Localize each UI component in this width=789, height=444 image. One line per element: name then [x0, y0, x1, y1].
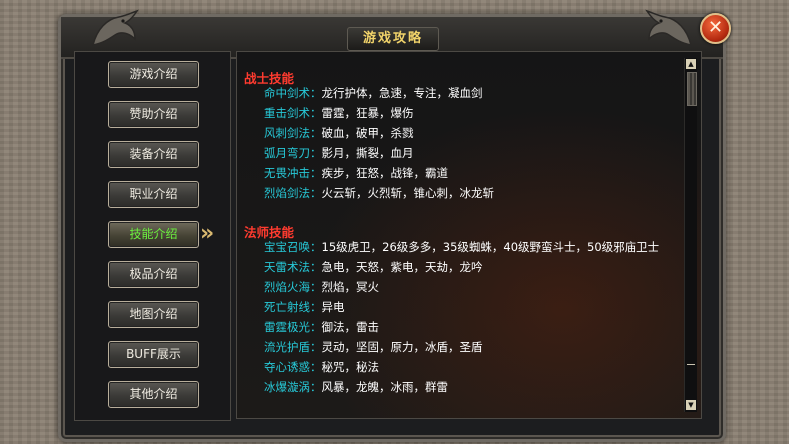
skill-row: 命中剑术：龙行护体，急速，专注，凝血剑 — [264, 85, 483, 101]
dragon-ornament-left-icon — [91, 9, 139, 46]
skill-key: 雷霆极光： — [264, 320, 322, 334]
skill-row: 流光护盾：灵动，坚固，原力，冰盾，圣盾 — [264, 339, 483, 355]
skill-row: 冰爆漩涡：风暴，龙魄，冰雨，群雷 — [264, 379, 448, 395]
skill-value: 风暴，龙魄，冰雨，群雷 — [321, 380, 449, 394]
skill-value: 急电，天怒，紫电，天劫，龙吟 — [321, 260, 483, 274]
skill-value: 雷霆，狂暴，爆伤 — [321, 106, 414, 120]
skill-value: 烈焰，冥火 — [321, 280, 380, 294]
window-title: 游戏攻略 — [347, 27, 439, 51]
skill-row: 无畏冲击：疾步，狂怒，战锋，霸道 — [264, 165, 448, 181]
skill-row: 重击剑术：雷霆，狂暴，爆伤 — [264, 105, 414, 121]
content-scrollbar[interactable]: ▲ ▼ — [684, 58, 697, 412]
skill-value: 异电 — [321, 300, 345, 314]
skill-value: 御法，雷击 — [321, 320, 380, 334]
nav-item-skills[interactable]: 技能介绍 — [108, 221, 199, 248]
skill-key: 弧月弯刀： — [264, 146, 322, 160]
skill-value: 秘咒，秘法 — [321, 360, 380, 374]
skill-key: 冰爆漩涡： — [264, 380, 322, 394]
nav-item-buff[interactable]: BUFF展示 — [108, 341, 199, 368]
skill-key: 流光护盾： — [264, 340, 322, 354]
skill-row: 弧月弯刀：影月，撕裂，血月 — [264, 145, 414, 161]
skill-value: 疾步，狂怒，战锋，霸道 — [321, 166, 449, 180]
skill-value: 龙行护体，急速，专注，凝血剑 — [321, 86, 483, 100]
skill-row: 烈焰火海：烈焰，冥火 — [264, 279, 379, 295]
skill-key: 命中剑术： — [264, 86, 322, 100]
content-panel: 战士技能 命中剑术：龙行护体，急速，专注，凝血剑 重击剑术：雷霆，狂暴，爆伤 风… — [236, 51, 702, 419]
skill-row: 风刺剑法：破血，破甲，杀戮 — [264, 125, 414, 141]
skill-value: 火云斩，火烈斩，锥心刺，冰龙斩 — [321, 186, 495, 200]
nav-item-game-intro[interactable]: 游戏介绍 — [108, 61, 199, 88]
skill-key: 重击剑术： — [264, 106, 322, 120]
skill-key: 无畏冲击： — [264, 166, 322, 180]
skill-row: 烈焰剑法：火云斩，火烈斩，锥心刺，冰龙斩 — [264, 185, 494, 201]
nav-item-premium[interactable]: 极品介绍 — [108, 261, 199, 288]
skill-value: 影月，撕裂，血月 — [321, 146, 414, 160]
skill-row: 雷霆极光：御法，雷击 — [264, 319, 379, 335]
skill-row: 天雷术法：急电，天怒，紫电，天劫，龙吟 — [264, 259, 483, 275]
nav-item-map[interactable]: 地图介绍 — [108, 301, 199, 328]
skill-row: 宝宝召唤：15级虎卫，26级多多，35级蜘蛛，40级野蛮斗士，50级邪庙卫士 — [264, 239, 659, 255]
skill-value: 灵动，坚固，原力，冰盾，圣盾 — [321, 340, 483, 354]
nav-item-equipment[interactable]: 装备介绍 — [108, 141, 199, 168]
skill-value: 破血，破甲，杀戮 — [321, 126, 414, 140]
scroll-up-icon[interactable]: ▲ — [686, 59, 696, 69]
skill-row: 死亡射线：异电 — [264, 299, 345, 315]
skill-key: 烈焰剑法： — [264, 186, 322, 200]
skill-row: 夺心诱惑：秘咒，秘法 — [264, 359, 379, 375]
nav-item-sponsor[interactable]: 赞助介绍 — [108, 101, 199, 128]
nav-item-other[interactable]: 其他介绍 — [108, 381, 199, 408]
close-button[interactable]: ✕ — [700, 13, 731, 44]
skill-value: 15级虎卫，26级多多，35级蜘蛛，40级野蛮斗士，50级邪庙卫士 — [321, 240, 660, 254]
skill-key: 烈焰火海： — [264, 280, 322, 294]
dragon-ornament-right-icon — [645, 9, 693, 46]
scroll-tick — [687, 364, 695, 365]
nav-item-profession[interactable]: 职业介绍 — [108, 181, 199, 208]
skill-key: 死亡射线： — [264, 300, 322, 314]
scroll-down-icon[interactable]: ▼ — [686, 400, 696, 410]
close-icon: ✕ — [707, 17, 724, 38]
skill-key: 宝宝召唤： — [264, 240, 322, 254]
skill-key: 风刺剑法： — [264, 126, 322, 140]
skill-key: 夺心诱惑： — [264, 360, 322, 374]
active-arrow-icon: » — [200, 221, 215, 246]
skill-key: 天雷术法： — [264, 260, 322, 274]
scroll-thumb[interactable] — [687, 72, 697, 106]
